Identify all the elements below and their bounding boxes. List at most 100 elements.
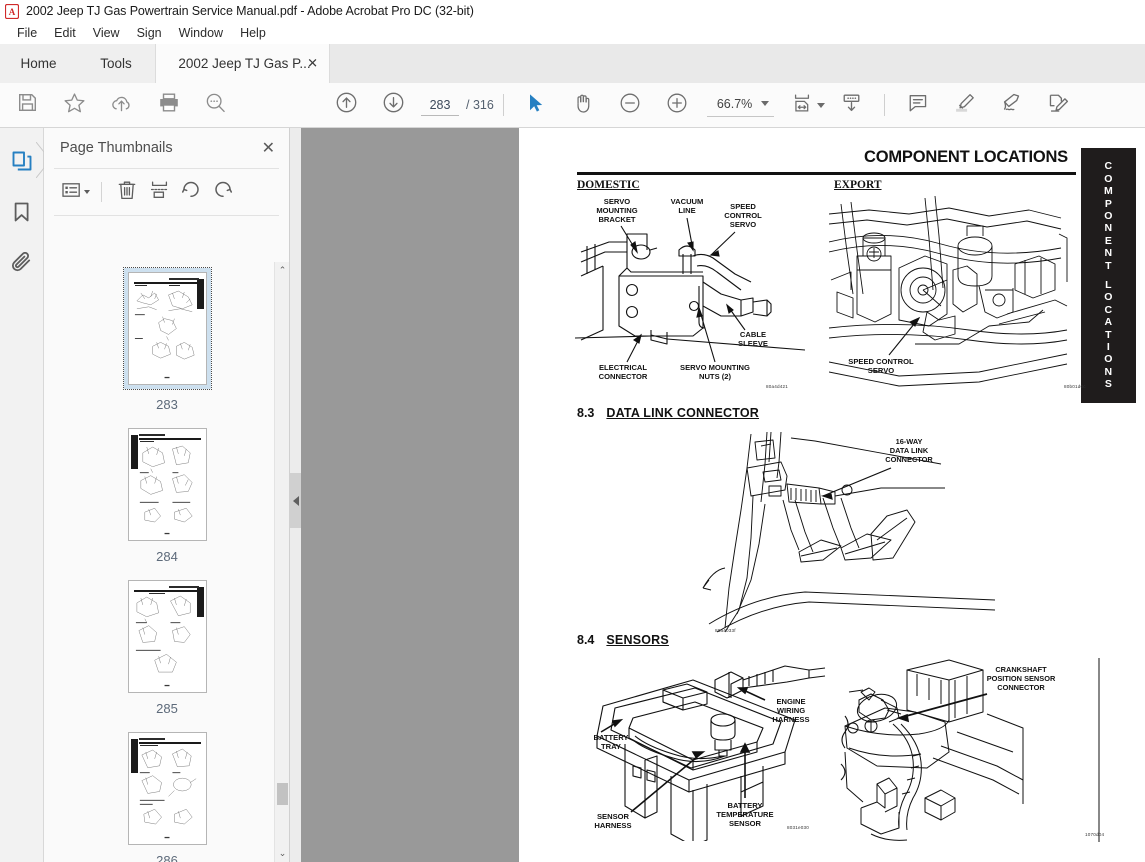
page-index-tab: C O M P O N E N T L O C A T I O N S (1081, 148, 1136, 403)
thumbnail-size-options-button[interactable] (58, 176, 94, 208)
zoom-out-button[interactable] (607, 83, 654, 128)
index-tab-letter: P (1104, 197, 1113, 210)
svg-text:SENSOR: SENSOR (597, 812, 630, 821)
section-title: DATA LINK CONNECTOR (606, 406, 760, 420)
print-button[interactable] (145, 83, 192, 128)
svg-text:LINE: LINE (678, 206, 695, 215)
rotate-clockwise-button[interactable] (207, 176, 239, 208)
tab-document[interactable]: 2002 Jeep TJ Gas P... ✕ (155, 44, 330, 83)
hand-icon (573, 92, 594, 119)
figure-speed-control-servo-domestic: SERVO MOUNTING BRACKET VACUUM LINE SPEED… (575, 190, 825, 390)
svg-text:CABLE: CABLE (740, 330, 766, 339)
page-thumbnails-rail-button[interactable] (5, 146, 39, 180)
scroll-mode-button[interactable] (828, 83, 875, 128)
thumbnail-page-286[interactable] (127, 732, 207, 845)
thumbnail-list: 283 284 285 286 (44, 262, 289, 862)
index-tab-letter: N (1104, 247, 1113, 260)
chevron-down-icon[interactable] (817, 102, 826, 108)
pan-hand-tool-button[interactable] (560, 83, 607, 128)
menu-sign[interactable]: Sign (129, 24, 171, 42)
thumbnail-page-283[interactable] (127, 272, 207, 385)
pdf-page-283[interactable]: C O M P O N E N T L O C A T I O N S COMP… (519, 128, 1145, 862)
fit-page-width-button[interactable] (788, 83, 828, 128)
svg-text:WIRING: WIRING (777, 706, 805, 715)
bookmarks-rail-button[interactable] (5, 197, 39, 231)
tab-tools-label: Tools (100, 56, 132, 71)
chevron-down-icon[interactable] (761, 101, 770, 106)
paperclip-icon (11, 251, 33, 279)
close-icon[interactable]: ✕ (260, 140, 277, 156)
thumbnail-page-285[interactable] (127, 580, 207, 693)
delete-pages-button[interactable] (111, 176, 143, 208)
close-icon[interactable]: ✕ (307, 57, 318, 70)
scroll-up-icon[interactable]: ⌃ (275, 262, 289, 279)
list-options-icon (62, 182, 81, 203)
svg-text:SERVO MOUNTING: SERVO MOUNTING (680, 363, 750, 372)
tab-strip: Home Tools 2002 Jeep TJ Gas P... ✕ (0, 44, 1145, 83)
page-number-input[interactable] (421, 94, 459, 116)
bookmark-icon (11, 201, 32, 228)
page-header-rule (577, 172, 1076, 175)
select-tool-button[interactable] (513, 83, 560, 128)
zoom-in-button[interactable] (654, 83, 701, 128)
attachments-rail-button[interactable] (5, 248, 39, 282)
thumbnail-page-284[interactable] (127, 428, 207, 541)
svg-text:SPEED CONTROL: SPEED CONTROL (848, 357, 914, 366)
tab-document-label: 2002 Jeep TJ Gas P... (178, 56, 311, 71)
thumbnails-scrollbar[interactable]: ⌃ ⌄ (274, 262, 289, 862)
add-to-favorites-button[interactable] (51, 83, 98, 128)
cloud-upload-icon (110, 92, 133, 118)
thumbnail-page-number: 283 (156, 397, 178, 412)
thumbnail-item[interactable]: 284 (44, 428, 289, 564)
page-total-label: / 316 (466, 98, 494, 112)
scroll-down-icon[interactable]: ⌄ (275, 845, 289, 862)
menu-view[interactable]: View (85, 24, 129, 42)
request-signature-button[interactable] (1035, 83, 1082, 128)
menu-help[interactable]: Help (232, 24, 275, 42)
chevron-down-icon[interactable] (84, 190, 90, 194)
scrollbar-thumb[interactable] (277, 783, 288, 805)
plus-circle-icon (666, 92, 688, 119)
pdf-canvas[interactable]: C O M P O N E N T L O C A T I O N S COMP… (301, 128, 1145, 862)
figure-code: 8031e030 (787, 825, 810, 830)
tab-home[interactable]: Home (0, 44, 77, 83)
next-page-button[interactable] (370, 83, 417, 128)
svg-text:DATA LINK: DATA LINK (890, 446, 929, 455)
sign-document-button[interactable] (988, 83, 1035, 128)
save-file-button[interactable] (4, 83, 51, 128)
document-view-area: C O M P O N E N T L O C A T I O N S COMP… (290, 128, 1145, 862)
zoom-level-control[interactable]: 66.7% (706, 93, 775, 117)
panel-resize-gutter[interactable] (290, 128, 301, 862)
main-toolbar: / 316 (0, 83, 1145, 128)
index-tab-letter: T (1105, 259, 1112, 272)
previous-page-button[interactable] (323, 83, 370, 128)
tab-tools[interactable]: Tools (77, 44, 155, 83)
find-text-button[interactable] (192, 83, 239, 128)
save-floppy-icon (17, 92, 38, 118)
trash-can-icon (118, 180, 136, 205)
menu-file[interactable]: File (9, 24, 46, 42)
figure-code: 80a4033f (715, 628, 736, 633)
thumbnail-selection-frame (127, 580, 207, 693)
index-tab-letter: S (1104, 378, 1113, 391)
menu-window[interactable]: Window (171, 24, 232, 42)
thumbnails-scroll-area[interactable]: 283 284 285 286 ⌃ ⌄ (44, 262, 289, 862)
figure-label-export: EXPORT (834, 179, 882, 191)
collapse-panel-button[interactable] (290, 473, 301, 528)
thumbnail-item[interactable]: 285 (44, 580, 289, 716)
menu-edit[interactable]: Edit (46, 24, 85, 42)
pdf-document-icon: A (4, 3, 20, 19)
tab-home-label: Home (20, 56, 57, 71)
upload-to-cloud-button[interactable] (98, 83, 145, 128)
add-comment-button[interactable] (894, 83, 941, 128)
highlight-text-button[interactable] (941, 83, 988, 128)
rotate-counterclockwise-button[interactable] (175, 176, 207, 208)
thumbnail-item[interactable]: 283 (44, 267, 289, 412)
extract-pages-button[interactable] (143, 176, 175, 208)
minus-circle-icon (619, 92, 641, 119)
section-number: 8.3 (577, 406, 595, 420)
title-bar: A 2002 Jeep TJ Gas Powertrain Service Ma… (0, 0, 1145, 22)
thumbnail-item[interactable]: 286 (44, 732, 289, 862)
section-title: SENSORS (606, 633, 669, 647)
svg-text:CRANKSHAFT: CRANKSHAFT (995, 665, 1047, 674)
